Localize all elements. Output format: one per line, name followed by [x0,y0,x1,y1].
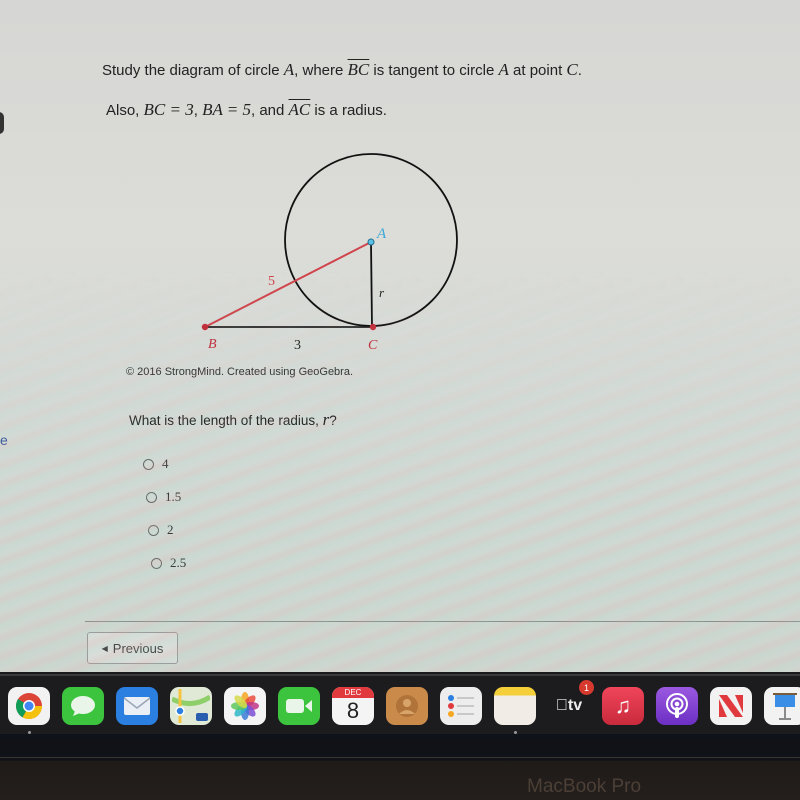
macos-dock: DEC 8 tv 1 ♫ [0,674,800,736]
answer-option-3[interactable]: 2 [148,522,174,538]
radio-button[interactable] [146,491,157,503]
news-icon [719,695,743,717]
radio-button[interactable] [143,458,154,470]
dock-app-mail[interactable] [116,687,158,725]
label-radius: r [379,285,385,300]
dock-app-messages[interactable] [62,687,104,725]
geometry-diagram: A B C 5 3 r [201,153,458,353]
dock-app-maps[interactable] [170,687,212,725]
screen: e Study the diagram of circle A, where B… [0,0,800,672]
segment-ac [370,241,373,328]
previous-button[interactable]: ◀ Previous [87,632,178,664]
question-prompt-line-1: Study the diagram of circle A, where BC … [102,60,582,79]
podcast-icon [666,693,688,718]
dock-app-notes[interactable] [494,687,536,734]
keynote-podium-icon [773,693,797,720]
label-b: B [208,337,217,352]
calendar-month: DEC [332,687,374,698]
dock-app-photos[interactable] [224,687,266,725]
dock-app-podcasts[interactable] [656,687,698,725]
option-label: 1.5 [165,489,182,504]
envelope-icon [123,697,151,715]
answer-option-4[interactable]: 2.5 [151,555,186,571]
apple-logo-icon:  [556,697,568,714]
option-label: 2.5 [170,555,187,570]
photos-flower-icon [231,692,259,720]
segment-ba [204,241,372,328]
point-b [201,323,209,331]
map-icon [172,689,210,723]
dock-app-chrome[interactable] [8,687,50,734]
footer-divider [85,621,800,622]
option-label: 2 [167,522,174,537]
point-c [369,323,377,331]
label-ba-length: 5 [268,274,275,289]
dock-app-reminders[interactable] [440,687,482,725]
bezel-edge [0,757,800,758]
diagram-credit: © 2016 StrongMind. Created using GeoGebr… [126,366,354,378]
contacts-icon [396,695,418,717]
message-bubble-icon [71,696,95,716]
radio-button[interactable] [148,524,159,536]
sidebar-edge-marker [0,112,4,134]
dock-app-calendar[interactable]: DEC 8 [332,687,374,725]
segment-ac-label: AC [288,100,311,119]
dock-app-music[interactable]: ♫ [602,687,644,725]
sidebar-fragment-text: e [0,432,8,448]
segment-bc-label: BC [347,60,370,79]
answer-option-1[interactable]: 4 [143,456,169,472]
question-prompt-line-2: Also, BC = 3, BA = 5, and AC is a radius… [106,100,387,119]
notification-badge: 1 [579,680,594,695]
answer-option-2[interactable]: 1.5 [146,489,181,505]
option-label: 4 [162,456,169,471]
laptop-bezel [0,734,800,800]
label-c: C [368,338,378,353]
label-a: A [376,226,387,242]
dock-app-apple-tv[interactable]: tv 1 [548,680,594,725]
chrome-icon [15,693,43,720]
point-a [367,238,375,246]
question-ask: What is the length of the radius, r? [129,410,337,429]
reminders-list-icon [448,695,474,717]
radio-button[interactable] [151,557,162,569]
dock-app-contacts[interactable] [386,687,428,725]
music-note-icon: ♫ [614,693,632,718]
label-bc-length: 3 [294,338,301,353]
dock-app-news[interactable] [710,687,752,725]
apple-tv-label: tv [556,697,582,715]
dock-app-facetime[interactable] [278,687,320,725]
dock-app-keynote[interactable] [764,687,800,725]
calendar-day: 8 [346,698,360,723]
caret-left-icon: ◀ [101,643,108,653]
video-camera-icon [286,699,312,713]
device-brand-label: MacBook Pro [527,776,642,797]
